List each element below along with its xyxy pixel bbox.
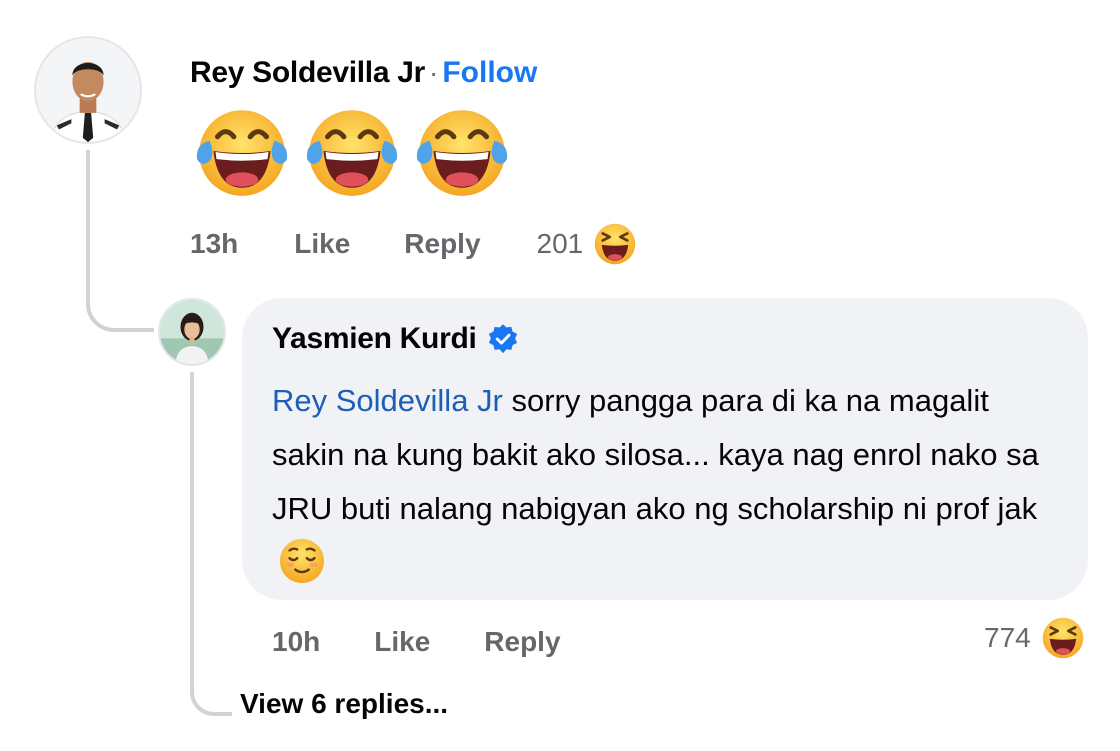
reply-header: Yasmien Kurdi <box>272 322 519 356</box>
reply-author-name[interactable]: Yasmien Kurdi <box>272 322 477 356</box>
face-with-tears-of-joy-icon <box>196 110 288 196</box>
comment-author-name[interactable]: Rey Soldevilla Jr <box>190 56 425 90</box>
reply-button[interactable]: Reply <box>404 228 480 260</box>
relieved-face-icon <box>279 538 325 583</box>
thread-connector-line <box>86 150 154 332</box>
haha-reaction-icon <box>595 223 636 265</box>
reaction-summary[interactable]: 774 <box>984 616 1085 660</box>
reaction-count: 774 <box>984 622 1031 653</box>
view-replies-link[interactable]: View 6 replies... <box>240 688 448 720</box>
comment-content-emojis <box>190 100 514 202</box>
comment-actions: 13h Like Reply 201 <box>190 222 637 266</box>
profile-photo-woman-icon <box>160 300 224 364</box>
reply-actions: 10h Like Reply <box>272 620 561 664</box>
profile-photo-man-icon <box>36 38 140 142</box>
face-with-tears-of-joy-icon <box>416 110 508 196</box>
comment-header: Rey Soldevilla Jr · Follow <box>190 56 537 90</box>
mention-link[interactable]: Rey Soldevilla Jr <box>272 383 503 418</box>
reply-timestamp[interactable]: 10h <box>272 626 320 658</box>
comment-timestamp[interactable]: 13h <box>190 228 238 260</box>
haha-reaction-icon <box>1042 617 1083 659</box>
reply-button[interactable]: Reply <box>484 626 560 658</box>
like-button[interactable]: Like <box>374 626 430 658</box>
reaction-summary[interactable]: 201 <box>537 222 638 266</box>
avatar[interactable] <box>34 36 142 144</box>
reply-text: Rey Soldevilla Jr sorry pangga para di k… <box>272 374 1062 590</box>
separator-dot: · <box>429 57 439 88</box>
avatar[interactable] <box>158 298 226 366</box>
follow-button[interactable]: Follow <box>442 56 537 90</box>
like-button[interactable]: Like <box>294 228 350 260</box>
reaction-count: 201 <box>536 228 584 259</box>
verified-badge-icon <box>488 324 517 354</box>
reply-bubble: Yasmien Kurdi Rey Soldevilla Jr sorry pa… <box>242 298 1088 600</box>
reply-thread-line <box>190 372 232 716</box>
face-with-tears-of-joy-icon <box>306 110 398 196</box>
